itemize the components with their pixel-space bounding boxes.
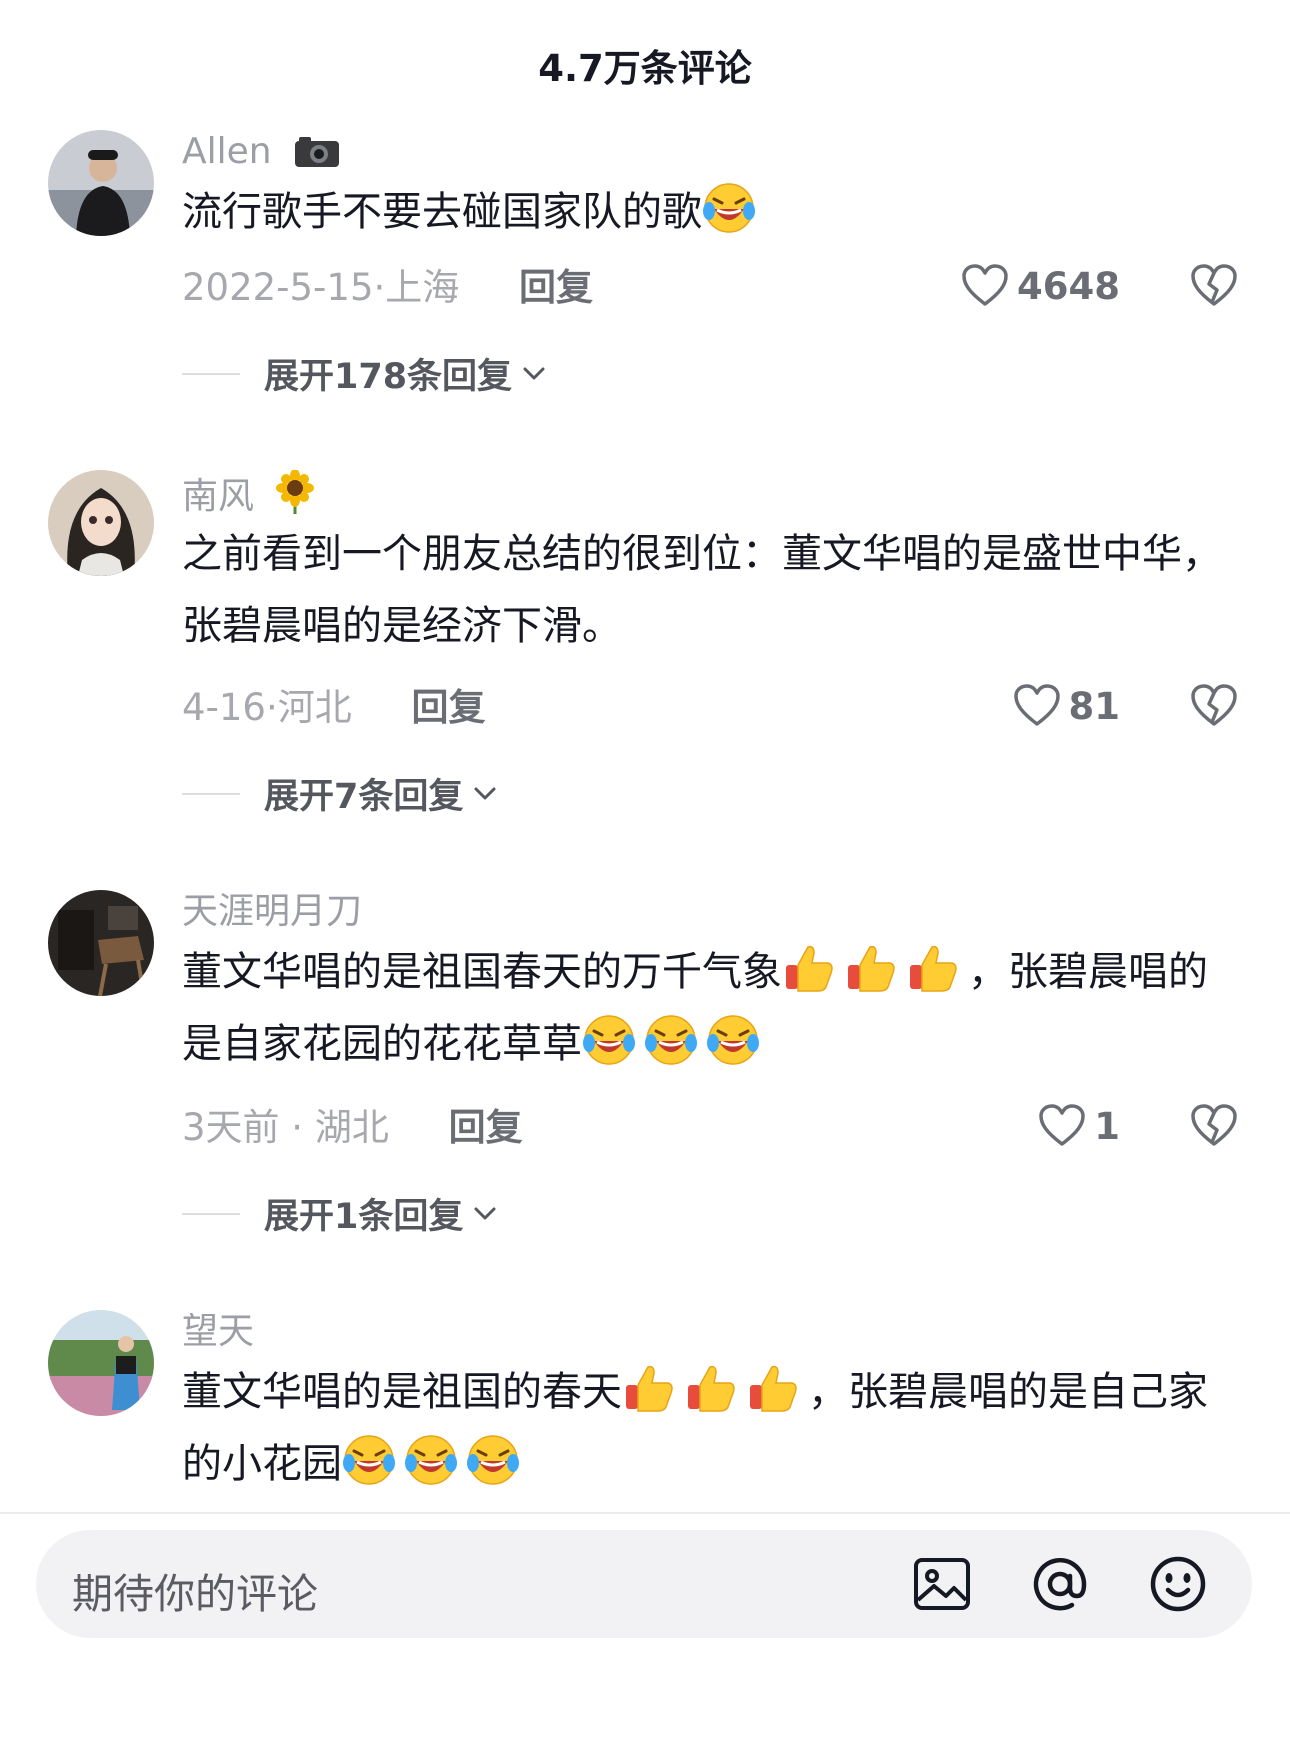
thumbs-up-emoji bbox=[844, 941, 898, 995]
broken-heart-icon bbox=[1190, 684, 1238, 728]
like-count: 1 bbox=[1094, 1104, 1120, 1148]
divider-line bbox=[182, 1212, 240, 1215]
comments-sheet: 4.7万条评论 Allen 流行歌手不要去碰国家队的歌 2022-5-15·上海… bbox=[0, 0, 1290, 1760]
like-button[interactable]: 4648 bbox=[961, 264, 1120, 308]
comment-meta: 2022-5-15·上海 回复 bbox=[182, 266, 594, 309]
heart-icon bbox=[961, 264, 1009, 308]
dislike-button[interactable] bbox=[1190, 264, 1238, 312]
heart-icon bbox=[1038, 1104, 1086, 1148]
broken-heart-icon bbox=[1190, 264, 1238, 308]
avatar[interactable] bbox=[48, 470, 154, 576]
expand-replies-button[interactable]: 展开178条回复 bbox=[182, 348, 546, 399]
dislike-button[interactable] bbox=[1190, 684, 1238, 732]
username[interactable]: Allen bbox=[182, 130, 341, 180]
username[interactable]: 南风 bbox=[182, 469, 315, 525]
expand-replies-button[interactable]: 展开1条回复 bbox=[182, 1188, 497, 1239]
camera-icon bbox=[293, 133, 341, 180]
comment-text: 流行歌手不要去碰国家队的歌 bbox=[182, 176, 1242, 248]
comment-meta: 4-16·河北 回复 bbox=[182, 686, 486, 729]
username[interactable]: 望天 bbox=[182, 1310, 254, 1354]
comment-date: 4-16 bbox=[182, 686, 266, 729]
input-divider bbox=[0, 1512, 1290, 1514]
chevron-down-icon bbox=[522, 366, 546, 382]
comment-date: 3天前 bbox=[182, 1106, 280, 1149]
comment-date: 2022-5-15 bbox=[182, 266, 374, 309]
emoji-icon[interactable] bbox=[1148, 1554, 1208, 1618]
thumbs-up-emoji bbox=[622, 1361, 676, 1415]
comment-count-title: 4.7万条评论 bbox=[538, 47, 752, 90]
heart-icon bbox=[1013, 684, 1061, 728]
laughing-crying-emoji bbox=[702, 181, 756, 235]
avatar[interactable] bbox=[48, 890, 154, 996]
dislike-button[interactable] bbox=[1190, 1104, 1238, 1152]
avatar[interactable] bbox=[48, 1310, 154, 1416]
like-button[interactable]: 81 bbox=[1013, 684, 1121, 728]
comment-text: 董文华唱的是祖国春天的万千气象 ，张碧晨唱的是自家花园的花花草草 bbox=[182, 936, 1242, 1080]
divider-line bbox=[182, 792, 240, 795]
comment-meta: 3天前 · 湖北 回复 bbox=[182, 1106, 523, 1149]
like-button[interactable]: 1 bbox=[1038, 1104, 1120, 1148]
reply-button[interactable]: 回复 bbox=[412, 686, 486, 729]
chevron-down-icon bbox=[473, 1206, 497, 1222]
laughing-crying-emoji bbox=[466, 1433, 520, 1487]
laughing-crying-emoji bbox=[342, 1433, 396, 1487]
reply-button[interactable]: 回复 bbox=[519, 266, 593, 309]
reply-button[interactable]: 回复 bbox=[449, 1106, 523, 1149]
comment-text: 之前看到一个朋友总结的很到位：董文华唱的是盛世中华，张碧晨唱的是经济下滑。 bbox=[182, 531, 1222, 649]
chevron-down-icon bbox=[473, 786, 497, 802]
laughing-crying-emoji bbox=[644, 1013, 698, 1067]
mention-icon[interactable] bbox=[1030, 1554, 1090, 1618]
thumbs-up-emoji bbox=[782, 941, 836, 995]
sunflower-icon bbox=[275, 469, 315, 525]
thumbs-up-emoji bbox=[906, 941, 960, 995]
comment-input-placeholder[interactable]: 期待你的评论 bbox=[72, 1560, 318, 1620]
comment-input-bar[interactable]: 期待你的评论 bbox=[36, 1530, 1252, 1638]
comment-location: 河北 bbox=[277, 686, 352, 729]
comment-location: 湖北 bbox=[314, 1106, 389, 1149]
username[interactable]: 天涯明月刀 bbox=[182, 890, 362, 934]
comment-location: 上海 bbox=[385, 266, 460, 309]
laughing-crying-emoji bbox=[582, 1013, 636, 1067]
broken-heart-icon bbox=[1190, 1104, 1238, 1148]
thumbs-up-emoji bbox=[684, 1361, 738, 1415]
like-count: 4648 bbox=[1017, 264, 1120, 308]
avatar[interactable] bbox=[48, 130, 154, 236]
thumbs-up-emoji bbox=[746, 1361, 800, 1415]
comment-text: 董文华唱的是祖国的春天 ，张碧晨唱的是自己家的小花园 bbox=[182, 1356, 1242, 1500]
laughing-crying-emoji bbox=[706, 1013, 760, 1067]
like-count: 81 bbox=[1068, 684, 1121, 728]
laughing-crying-emoji bbox=[404, 1433, 458, 1487]
divider-line bbox=[182, 372, 240, 375]
expand-replies-button[interactable]: 展开7条回复 bbox=[182, 768, 497, 819]
image-icon[interactable] bbox=[912, 1554, 972, 1618]
